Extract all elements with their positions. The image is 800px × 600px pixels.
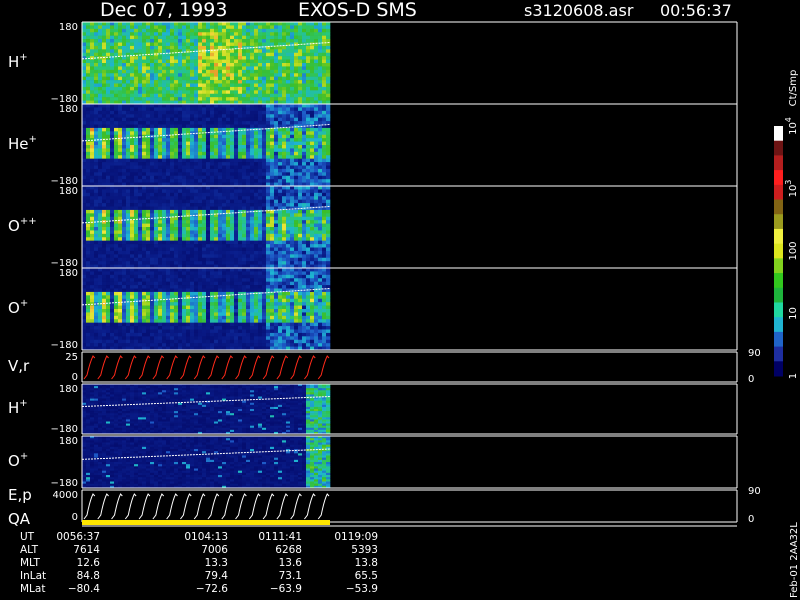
h-plus-ytick-top: 180	[59, 22, 78, 33]
vr-ytick-top: 25	[65, 352, 78, 363]
o-plus-ytick-bottom: −180	[51, 340, 78, 351]
orbit-cell: −53.9	[346, 583, 378, 595]
colorbar-tick: 1	[788, 373, 799, 379]
colorbar-swatch	[774, 258, 783, 274]
colorbar-swatch	[774, 228, 783, 245]
orbit-cell: 0119:09	[334, 531, 378, 543]
ep-rtick-bottom: 0	[748, 514, 754, 525]
orbit-cell: 7006	[201, 544, 228, 556]
orbit-cell: −63.9	[270, 583, 302, 595]
ep-label: E,p	[8, 486, 32, 504]
colorbar-tick: 100	[788, 241, 799, 260]
ep-rtick-top: 90	[748, 486, 761, 497]
orbit-cell: 65.5	[355, 570, 378, 582]
qa-bar	[82, 520, 330, 525]
orbit-row-name: ALT	[20, 544, 39, 556]
orbit-cell: 79.4	[205, 570, 229, 582]
o-plus-ytick-top: 180	[59, 268, 78, 279]
ep-ytick-bottom: 0	[72, 512, 78, 523]
header-date: Dec 07, 1993	[100, 0, 227, 21]
colorbar-tick-sup: 4	[784, 117, 793, 122]
orbit-cell: 0104:13	[184, 531, 228, 543]
colorbar-swatch	[774, 331, 783, 348]
orbit-cell: 0056:37	[56, 531, 100, 543]
h-plus-low-cells	[82, 384, 331, 435]
o-plus-plus-label-sup: ++	[20, 216, 37, 227]
vr-rtick-bottom: 0	[748, 374, 754, 385]
h-plus-cells	[82, 22, 331, 105]
o-plus-label-sup: +	[20, 298, 28, 309]
o-plus-plus-ytick-top: 180	[59, 186, 78, 197]
colorbar-swatch	[774, 273, 783, 289]
orbit-cell: −72.6	[196, 583, 228, 595]
o-plus-low-label-sup: +	[20, 451, 28, 462]
he-plus-ytick-top: 180	[59, 104, 78, 115]
orbit-cell: 13.6	[279, 557, 303, 569]
colorbar-unit: Ct/Smp	[788, 70, 799, 107]
orbit-cell: −80.4	[68, 583, 100, 595]
orbit-cell: 73.1	[279, 570, 302, 582]
colorbar-swatch	[774, 140, 783, 156]
orbit-cell: 7614	[73, 544, 100, 556]
colorbar-tick: 10	[788, 307, 799, 320]
h-plus-low-label-sup: +	[19, 398, 27, 409]
colorbar-swatch	[774, 126, 783, 142]
orbit-cell: 84.8	[77, 570, 100, 582]
o-plus-cells	[82, 268, 331, 351]
orbit-row-name: MLat	[20, 583, 45, 595]
colorbar-swatch	[774, 214, 783, 230]
orbit-cell: 0111:41	[258, 531, 302, 543]
colorbar-swatch	[774, 184, 783, 201]
colorbar-swatch	[774, 346, 783, 362]
h-plus-low-ytick-bottom: −180	[51, 424, 78, 435]
he-plus-label-sup: +	[29, 134, 37, 145]
orbit-cell: 5393	[351, 544, 378, 556]
footer-id: Feb-01 2AA32L	[789, 522, 800, 598]
header-time: 00:56:37	[660, 1, 732, 20]
colorbar-swatch	[774, 317, 783, 333]
colorbar-swatch	[774, 302, 783, 318]
header-file: s3120608.asr	[524, 1, 634, 20]
ep-ytick-top: 4000	[53, 490, 78, 501]
vr-ytick-bottom: 0	[72, 372, 78, 383]
orbit-cell: 13.8	[355, 557, 378, 569]
colorbar-swatch	[774, 361, 783, 377]
o-plus-low-ytick-top: 180	[59, 436, 78, 447]
o-plus-low-cells	[82, 436, 331, 489]
colorbar-swatch	[774, 243, 783, 259]
qa-label: QA	[8, 510, 31, 528]
colorbar-swatch	[774, 170, 783, 186]
he-plus-cells	[82, 104, 331, 187]
h-plus-label-sup: +	[19, 52, 27, 63]
header-instrument: EXOS-D SMS	[298, 0, 417, 21]
vr-rtick-top: 90	[748, 348, 761, 359]
orbit-row-name: InLat	[20, 570, 46, 582]
orbit-cell: 6268	[275, 544, 302, 556]
orbit-cell: 13.3	[205, 557, 228, 569]
o-plus-plus-cells	[82, 186, 331, 269]
colorbar-swatch	[774, 199, 783, 215]
vr-label: V,r	[8, 357, 30, 375]
orbit-row-name: MLT	[20, 557, 40, 569]
colorbar-tick-sup: 3	[784, 180, 793, 185]
colorbar-swatch	[774, 155, 783, 171]
spectrogram-figure: Dec 07, 1993 EXOS-D SMS s3120608.asr 00:…	[0, 0, 800, 600]
orbit-row-name: UT	[20, 531, 35, 543]
orbit-cell: 12.6	[77, 557, 101, 569]
o-plus-low-ytick-bottom: −180	[51, 478, 78, 489]
h-plus-low-ytick-top: 180	[59, 384, 78, 395]
colorbar-swatch	[774, 287, 783, 303]
